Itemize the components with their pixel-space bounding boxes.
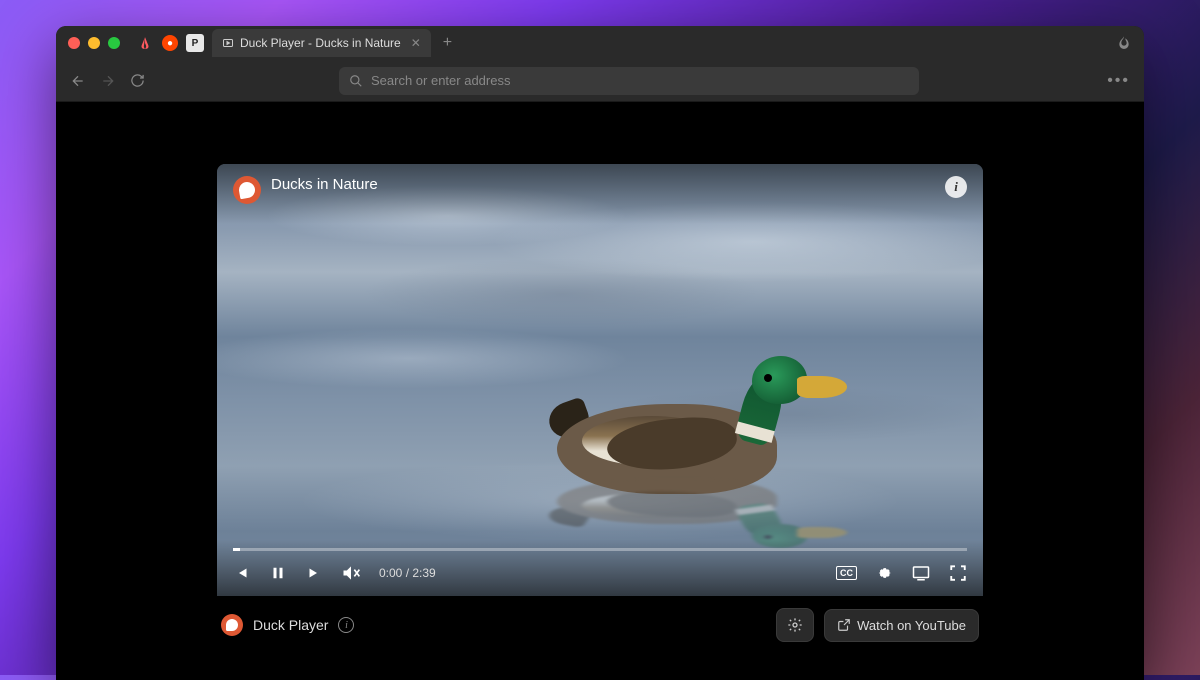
titlebar: ● P Duck Player - Ducks in Nature ✕ +: [56, 26, 1144, 60]
address-placeholder: Search or enter address: [371, 73, 510, 88]
pinned-tab-reddit[interactable]: ●: [162, 35, 178, 51]
address-bar[interactable]: Search or enter address: [339, 67, 919, 95]
new-tab-button[interactable]: +: [435, 34, 460, 52]
window-controls: [68, 37, 120, 49]
video-frame: [217, 164, 983, 596]
pinned-tabs: ● P: [136, 34, 204, 52]
app-info-button[interactable]: i: [338, 617, 354, 633]
more-menu-button[interactable]: •••: [1107, 72, 1130, 90]
pinned-tab-airbnb[interactable]: [136, 34, 154, 52]
duckduckgo-logo-icon: [221, 614, 243, 636]
mute-button[interactable]: [341, 563, 361, 583]
pause-button[interactable]: [269, 564, 287, 582]
forward-button[interactable]: [100, 73, 116, 89]
tab-title: Duck Player - Ducks in Nature: [240, 36, 401, 50]
progress-bar[interactable]: [233, 548, 967, 551]
gear-icon: [787, 617, 803, 633]
settings-button[interactable]: [875, 564, 893, 582]
reload-icon: [130, 73, 145, 88]
play-icon: [222, 37, 234, 49]
arrow-right-icon: [100, 73, 116, 89]
gear-icon: [875, 564, 893, 582]
maximize-window-button[interactable]: [108, 37, 120, 49]
reload-button[interactable]: [130, 73, 145, 88]
fire-icon: [1116, 35, 1132, 51]
time-display: 0:00 / 2:39: [379, 566, 436, 580]
cast-icon: [911, 564, 931, 582]
video-controls: 0:00 / 2:39 CC: [217, 540, 983, 596]
toolbar: Search or enter address •••: [56, 60, 1144, 102]
cast-button[interactable]: [911, 564, 931, 582]
player-settings-button[interactable]: [776, 608, 814, 642]
active-tab[interactable]: Duck Player - Ducks in Nature ✕: [212, 29, 431, 57]
player-container: Ducks in Nature i 0:00 / 2:39 CC: [217, 164, 983, 654]
arrow-left-icon: [70, 73, 86, 89]
pause-icon: [269, 564, 287, 582]
fire-button[interactable]: [1116, 35, 1132, 51]
video-info-button[interactable]: i: [945, 176, 967, 198]
close-tab-icon[interactable]: ✕: [411, 36, 421, 50]
video-player[interactable]: Ducks in Nature i 0:00 / 2:39 CC: [217, 164, 983, 596]
skip-next-icon: [305, 564, 323, 582]
next-button[interactable]: [305, 564, 323, 582]
pinned-tab-app[interactable]: P: [186, 34, 204, 52]
volume-muted-icon: [341, 563, 361, 583]
external-link-icon: [837, 618, 851, 632]
page-content: Ducks in Nature i 0:00 / 2:39 CC: [56, 102, 1144, 680]
video-title: Ducks in Nature: [271, 176, 378, 193]
fullscreen-button[interactable]: [949, 564, 967, 582]
channel-avatar-icon[interactable]: [233, 176, 261, 204]
captions-button[interactable]: CC: [836, 566, 857, 580]
back-button[interactable]: [70, 73, 86, 89]
previous-button[interactable]: [233, 564, 251, 582]
watch-on-youtube-button[interactable]: Watch on YouTube: [824, 609, 979, 642]
fullscreen-icon: [949, 564, 967, 582]
skip-previous-icon: [233, 564, 251, 582]
close-window-button[interactable]: [68, 37, 80, 49]
browser-window: ● P Duck Player - Ducks in Nature ✕ + Se…: [56, 26, 1144, 680]
app-name: Duck Player: [253, 617, 328, 633]
video-header: Ducks in Nature i: [217, 164, 983, 224]
cc-icon: CC: [836, 566, 857, 580]
player-footer: Duck Player i Watch on YouTube: [217, 596, 983, 654]
minimize-window-button[interactable]: [88, 37, 100, 49]
search-icon: [349, 74, 363, 88]
